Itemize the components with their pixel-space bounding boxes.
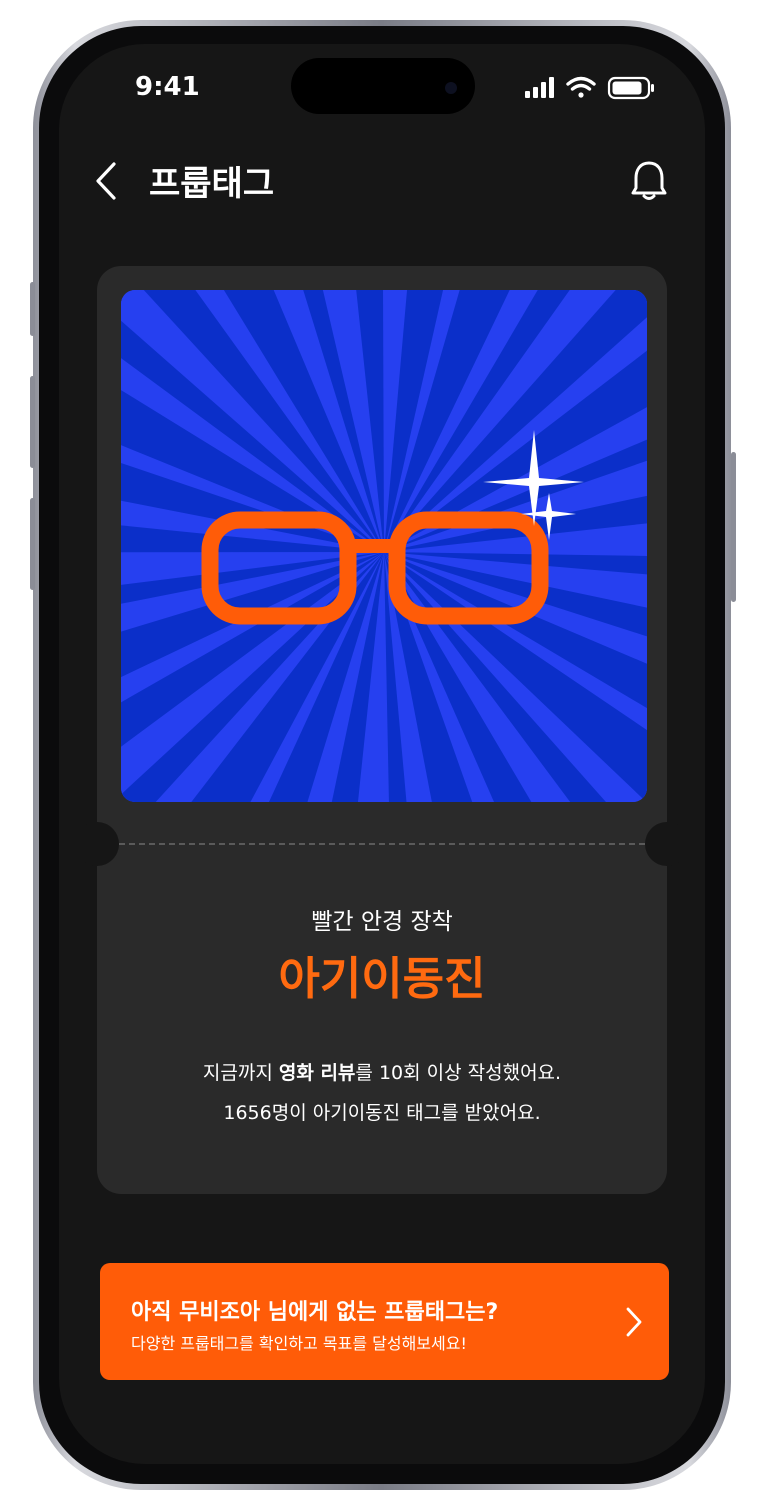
ticket-perforation (119, 843, 645, 845)
tag-image (121, 290, 647, 802)
bell-icon[interactable] (629, 158, 669, 204)
missing-tags-button[interactable]: 아직 무비조아 님에게 없는 프룹태그는? 다양한 프룹태그를 확인하고 목표를… (100, 1263, 669, 1380)
desc-prefix: 지금까지 (202, 1062, 279, 1084)
desc-highlight: 영화 리뷰 (278, 1062, 356, 1084)
tag-name: 아기이동진 (278, 952, 486, 1005)
desc-suffix: 를 10회 이상 작성했어요. (355, 1062, 562, 1084)
ticket-notch-left (75, 822, 119, 866)
battery-icon (607, 76, 654, 100)
page-title: 프룹태그 (149, 164, 275, 204)
power-button (731, 452, 736, 602)
ticket-notch-right (645, 822, 689, 866)
status-time: 9:41 (135, 72, 200, 102)
cellular-signal-icon (525, 77, 554, 98)
chevron-right-icon (626, 1307, 642, 1337)
volume-up-button (30, 376, 35, 468)
camera-dot (445, 82, 457, 94)
tag-description-line2: 1656명이 아기이동진 태그를 받았어요. (223, 1102, 541, 1124)
action-button (30, 282, 35, 336)
cta-title: 아직 무비조아 님에게 없는 프룹태그는? (131, 1300, 499, 1325)
screen: 9:41 프룹태그 빨간 안경 장착 아기이동진 지금까지 영화 리뷰를 10회… (59, 44, 705, 1464)
wifi-icon (566, 76, 596, 98)
cta-subtitle: 다양한 프룹태그를 확인하고 목표를 달성해보세요! (131, 1334, 467, 1353)
tag-description-line1: 지금까지 영화 리뷰를 10회 이상 작성했어요. (97, 1058, 667, 1085)
red-glasses-icon (121, 290, 647, 802)
volume-down-button (30, 498, 35, 590)
tag-subtitle: 빨간 안경 장착 (311, 909, 453, 935)
tag-card: 빨간 안경 장착 아기이동진 지금까지 영화 리뷰를 10회 이상 작성했어요.… (75, 266, 689, 1194)
status-icons (525, 76, 654, 100)
chevron-left-icon[interactable] (93, 158, 123, 204)
